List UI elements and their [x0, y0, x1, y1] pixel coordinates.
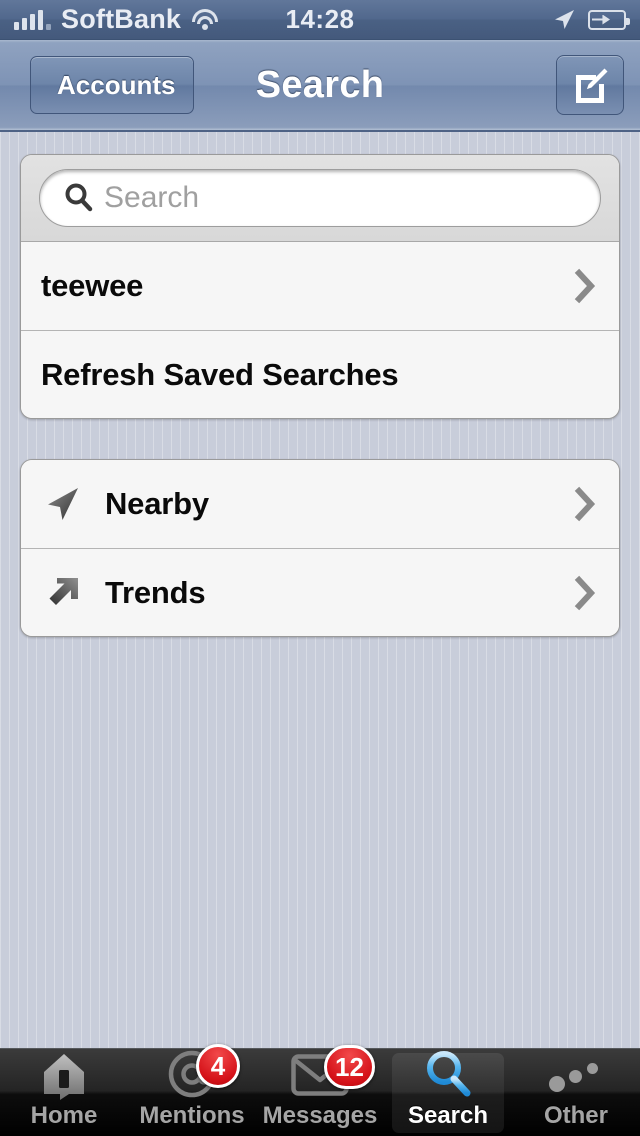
trends-row[interactable]: Trends [21, 548, 619, 636]
status-bar: SoftBank 14:28 [0, 0, 640, 40]
envelope-icon: 12 [291, 1045, 375, 1100]
tab-search[interactable]: Search [384, 1049, 512, 1136]
status-bar-left: SoftBank [14, 4, 219, 35]
content-area: Search teewee Refresh Saved Searches Nea… [0, 154, 640, 637]
back-button-label: Accounts [57, 69, 176, 100]
tab-other[interactable]: Other [512, 1049, 640, 1136]
carrier-label: SoftBank [61, 4, 182, 34]
list-item-label: Trends [105, 574, 206, 610]
more-dots-icon [549, 1049, 603, 1100]
list-item-label: teewee [41, 268, 144, 303]
compose-button[interactable] [556, 55, 624, 115]
discover-group: Nearby Trends [20, 459, 620, 637]
list-item-label: Refresh Saved Searches [41, 356, 399, 392]
tab-mentions[interactable]: 4 Mentions [128, 1044, 256, 1136]
tab-label: Mentions [139, 1102, 245, 1129]
search-icon [422, 1048, 474, 1100]
arrow-up-right-icon [41, 573, 85, 613]
search-placeholder: Search [104, 181, 200, 214]
badge-mentions: 4 [196, 1044, 240, 1088]
tab-label: Search [407, 1102, 489, 1129]
tab-label: Home [30, 1102, 98, 1129]
back-button-accounts[interactable]: Accounts [30, 56, 195, 114]
list-item-label: Nearby [105, 486, 209, 521]
compose-icon [576, 68, 608, 103]
app-screen: SoftBank 14:28 Accounts Search Search te… [0, 0, 640, 1136]
refresh-saved-searches-row[interactable]: Refresh Saved Searches [21, 330, 619, 418]
signal-bars-icon [14, 9, 51, 30]
chevron-right-icon [574, 486, 596, 522]
nav-bar: Accounts Search [0, 40, 640, 132]
status-bar-right [552, 8, 630, 32]
saved-search-row-teewee[interactable]: teewee [21, 242, 619, 330]
saved-searches-group: Search teewee Refresh Saved Searches [20, 154, 620, 419]
chevron-right-icon [574, 575, 596, 610]
tab-home[interactable]: Home [0, 1049, 128, 1136]
chevron-right-icon [574, 268, 596, 304]
tab-label: Other [543, 1102, 608, 1129]
tab-bar: Home 4 Mentions 12 Messages Search Other [0, 1044, 640, 1136]
home-icon [39, 1049, 89, 1100]
location-arrow-icon [555, 9, 574, 29]
tab-label: Messages [262, 1102, 378, 1129]
search-input[interactable]: Search [39, 169, 601, 227]
battery-charging-icon [588, 9, 630, 30]
search-icon [65, 183, 93, 212]
tab-messages[interactable]: 12 Messages [256, 1045, 384, 1136]
location-arrow-icon [41, 484, 85, 524]
wifi-icon [191, 9, 219, 30]
at-icon: 4 [166, 1044, 240, 1100]
search-bar-cell: Search [21, 155, 619, 242]
badge-messages: 12 [324, 1045, 375, 1089]
nearby-row[interactable]: Nearby [21, 460, 619, 548]
